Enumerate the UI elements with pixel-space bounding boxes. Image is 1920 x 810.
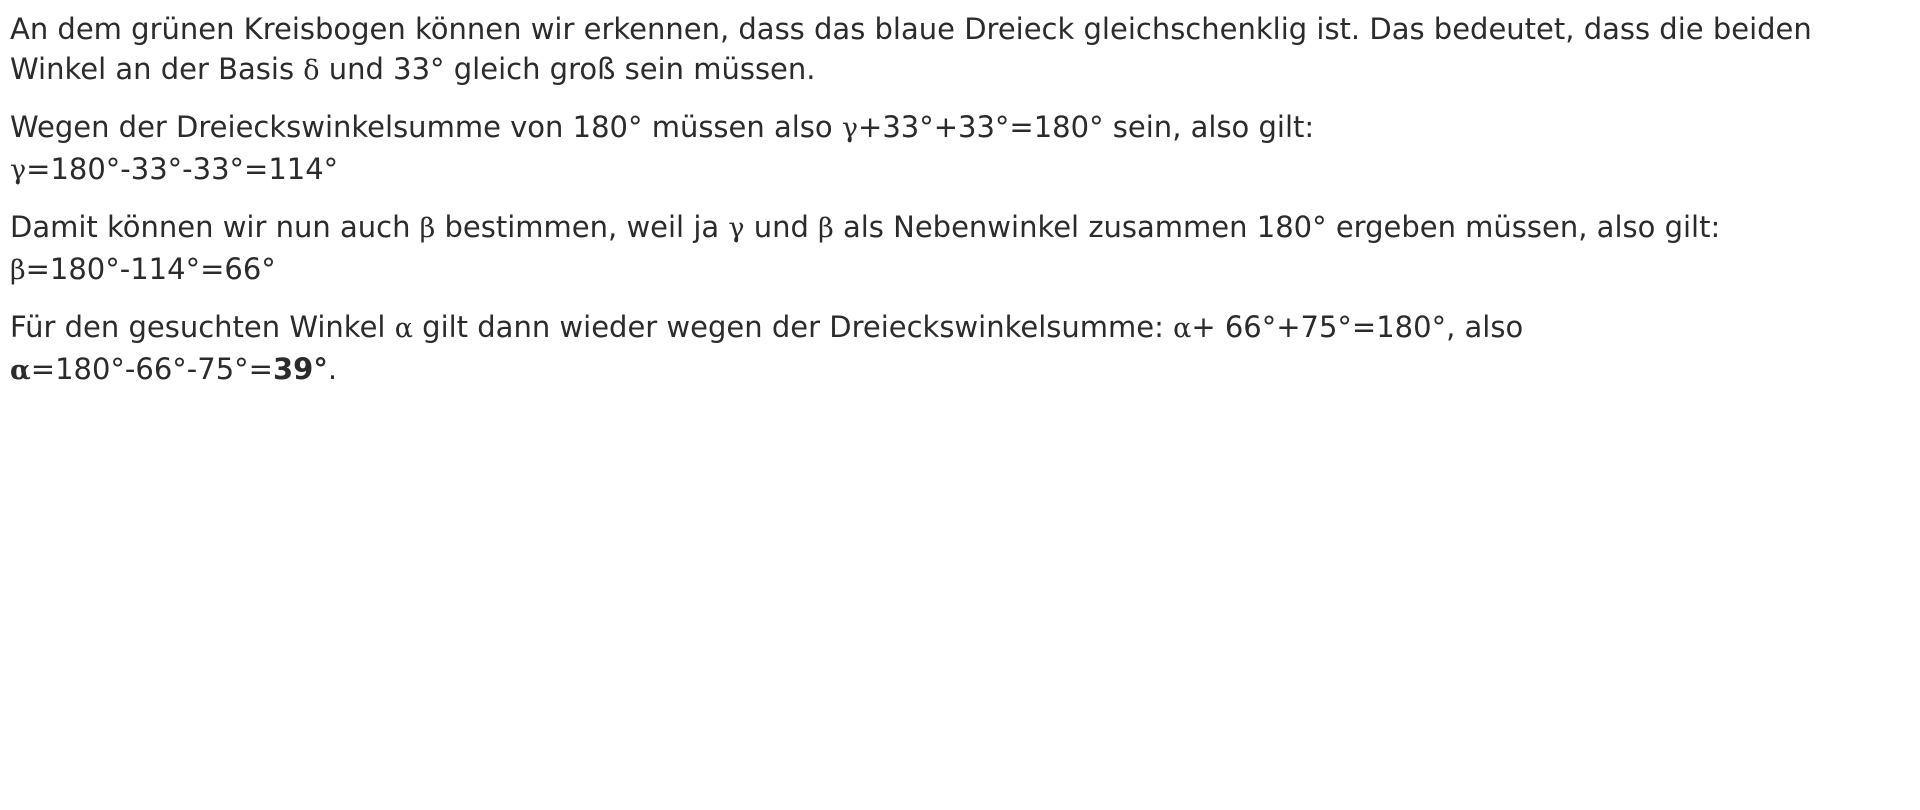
text: Damit können wir nun auch [10, 210, 420, 244]
paragraph-beta: Damit können wir nun auch β bestimmen, w… [10, 207, 1900, 291]
beta-symbol: β [818, 213, 834, 244]
alpha-symbol: α [394, 313, 413, 344]
equation-text: =180°-33°-33°=114° [26, 152, 339, 186]
text: . [327, 352, 338, 386]
gamma-symbol: γ [10, 155, 27, 186]
equation-alpha: α=180°-66°-75°=39°. [10, 349, 1900, 391]
text: + 66°+75°=180°, also [1191, 310, 1524, 344]
text: als Nebenwinkel zusammen 180° ergeben mü… [833, 210, 1721, 244]
gamma-symbol: γ [728, 213, 745, 244]
text: Für den gesuchten Winkel [10, 310, 395, 344]
equation-gamma: γ=180°-33°-33°=114° [10, 149, 1900, 191]
alpha-symbol: α [10, 355, 31, 386]
text: und 33° gleich groß sein müssen. [319, 52, 816, 86]
paragraph-isosceles: An dem grünen Kreisbogen können wir erke… [10, 9, 1900, 91]
text: An dem grünen Kreisbogen können wir erke… [10, 12, 1812, 46]
text: Wegen der Dreieckswinkelsumme von 180° m… [10, 110, 842, 144]
gamma-symbol: γ [841, 113, 859, 144]
beta-symbol: β [419, 213, 436, 244]
text: und [744, 210, 819, 244]
result-value: 39° [272, 352, 328, 386]
equation-text: =180°-66°-75°= [30, 352, 273, 386]
text-line: Winkel an der Basis δ und 33° gleich gro… [10, 49, 1900, 91]
beta-symbol: β [10, 255, 26, 286]
text: bestimmen, weil ja [435, 210, 729, 244]
paragraph-gamma: Wegen der Dreieckswinkelsumme von 180° m… [10, 107, 1900, 191]
text: Winkel an der Basis [10, 52, 304, 86]
equation-beta: β=180°-114°=66° [10, 249, 1900, 291]
text: +33°+33°=180° sein, also gilt: [858, 110, 1315, 144]
text-line: Für den gesuchten Winkel α gilt dann wie… [10, 307, 1900, 349]
solution-text: An dem grünen Kreisbogen können wir erke… [10, 9, 1900, 407]
alpha-symbol: α [1173, 313, 1192, 344]
text-line: Damit können wir nun auch β bestimmen, w… [10, 207, 1900, 249]
text-line: An dem grünen Kreisbogen können wir erke… [10, 9, 1900, 49]
delta-symbol: δ [303, 55, 320, 86]
text-line: Wegen der Dreieckswinkelsumme von 180° m… [10, 107, 1900, 149]
text: gilt dann wieder wegen der Dreieckswinke… [412, 310, 1174, 344]
equation-text: =180°-114°=66° [25, 252, 276, 286]
paragraph-alpha: Für den gesuchten Winkel α gilt dann wie… [10, 307, 1900, 391]
